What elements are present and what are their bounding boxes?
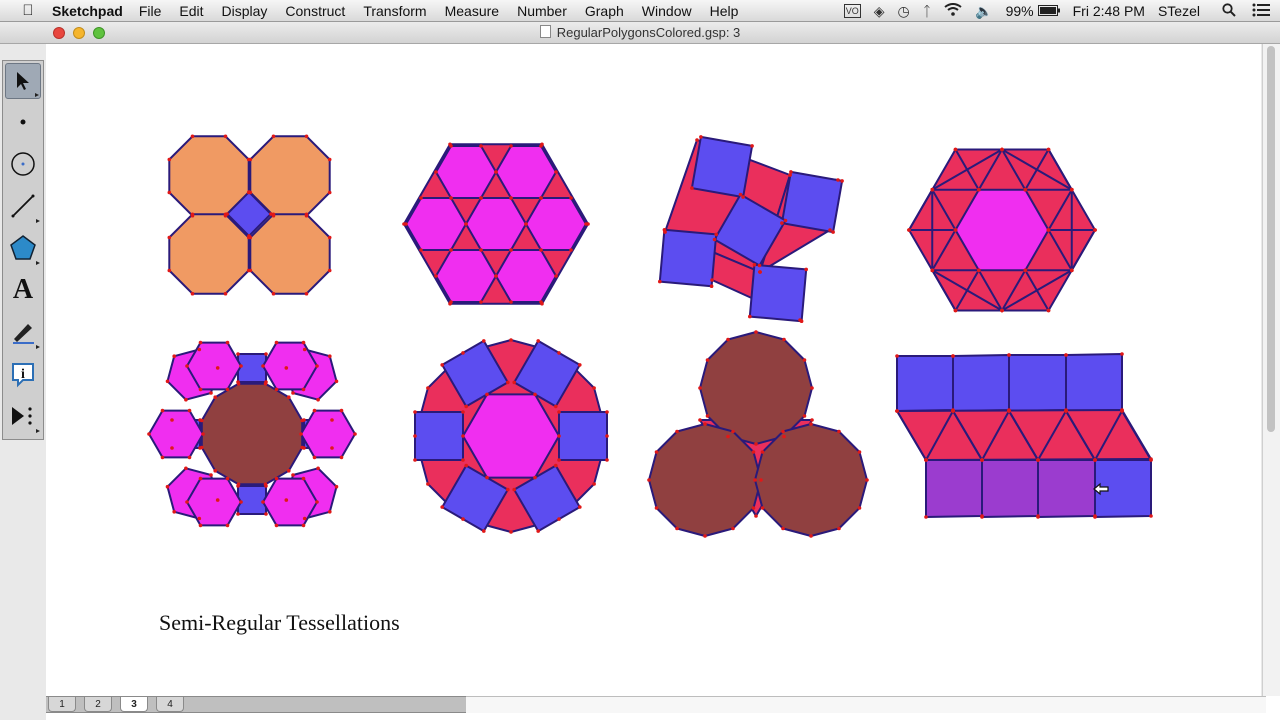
- scrollbar-thumb[interactable]: [1267, 46, 1275, 432]
- octagon-tile[interactable]: [249, 135, 331, 217]
- canvas-caption: Semi-Regular Tessellations: [159, 610, 400, 635]
- tool-submenu-icon: [36, 345, 40, 349]
- square-tile[interactable]: [1008, 354, 1067, 412]
- tool-submenu-icon: [35, 93, 39, 97]
- circle-icon: [11, 152, 35, 176]
- dodecagon-tile[interactable]: [200, 382, 304, 486]
- marker-tool[interactable]: [5, 314, 41, 350]
- straightedge-tool[interactable]: [5, 188, 41, 224]
- tool-submenu-icon: [36, 219, 40, 223]
- square-tile[interactable]: [237, 353, 267, 383]
- pentagon-icon: [10, 235, 36, 260]
- selected-square-tile[interactable]: [981, 459, 1039, 518]
- menu-file[interactable]: File: [139, 3, 162, 19]
- information-icon: i: [12, 363, 34, 388]
- menu-graph[interactable]: Graph: [585, 3, 624, 19]
- apple-menu-icon[interactable]: : [18, 2, 38, 19]
- page-tab-3[interactable]: 3: [120, 697, 148, 712]
- menu-window[interactable]: Window: [642, 3, 692, 19]
- menu-construct[interactable]: Construct: [285, 3, 345, 19]
- vertical-scrollbar[interactable]: [1262, 44, 1280, 718]
- hexagon-tile[interactable]: [148, 409, 204, 459]
- menu-display[interactable]: Display: [222, 3, 268, 19]
- square-tile[interactable]: [780, 170, 844, 234]
- app-menu[interactable]: Sketchpad: [52, 3, 123, 19]
- page-tab-4[interactable]: 4: [156, 697, 184, 712]
- square-tile[interactable]: [690, 135, 754, 199]
- window-title: RegularPolygonsColored.gsp: 3: [0, 25, 1280, 40]
- notification-center-icon[interactable]: [1252, 3, 1270, 20]
- point-tool[interactable]: [5, 104, 41, 140]
- square-tile[interactable]: [558, 411, 608, 461]
- information-tool[interactable]: i: [5, 356, 41, 392]
- polygon-tool[interactable]: [5, 230, 41, 266]
- square-tile[interactable]: [1065, 353, 1123, 412]
- selected-square-tile[interactable]: [925, 459, 983, 518]
- square-tile[interactable]: [952, 354, 1010, 412]
- user-name[interactable]: STezel: [1158, 3, 1200, 19]
- cursor-arrow-icon: [1093, 482, 1109, 496]
- octagon-tile[interactable]: [168, 213, 250, 295]
- time-machine-icon[interactable]: ◷: [898, 3, 910, 20]
- vo-status-icon[interactable]: VO: [843, 4, 861, 18]
- square-tile[interactable]: [896, 355, 954, 412]
- custom-tool[interactable]: [5, 398, 41, 434]
- marker-icon: [13, 324, 34, 344]
- text-tool-icon: A: [12, 274, 34, 305]
- sketchpad-window: RegularPolygonsColored.gsp: 3 A i Semi-R…: [0, 22, 1280, 720]
- menu-transform[interactable]: Transform: [363, 3, 426, 19]
- horizontal-scroll-area[interactable]: [466, 696, 1266, 713]
- octagon-tile[interactable]: [249, 213, 331, 295]
- selected-square-tile[interactable]: [1037, 459, 1096, 518]
- menu-bar:  Sketchpad File Edit Display Construct …: [0, 0, 1280, 22]
- spotlight-search-icon[interactable]: [1222, 2, 1236, 20]
- page-tab-bar: 1 2 3 4: [46, 696, 1280, 720]
- segment-icon: [11, 194, 35, 218]
- menubar-clock[interactable]: Fri 2:48 PM: [1073, 3, 1145, 19]
- text-tool[interactable]: A: [5, 272, 41, 308]
- square-tile[interactable]: [748, 263, 808, 323]
- page-tab-1[interactable]: 1: [48, 697, 76, 712]
- menu-number[interactable]: Number: [517, 3, 567, 19]
- menu-edit[interactable]: Edit: [179, 3, 203, 19]
- toolbox: A i: [2, 60, 44, 440]
- square-tile[interactable]: [414, 411, 464, 461]
- battery-percent: 99%: [1005, 3, 1034, 19]
- tool-submenu-icon: [36, 429, 40, 433]
- sketch-canvas[interactable]: Semi-Regular Tessellations: [46, 44, 1261, 718]
- volume-icon[interactable]: 🔈: [975, 3, 992, 20]
- window-title-text: RegularPolygonsColored.gsp: 3: [556, 25, 741, 40]
- page-tab-2[interactable]: 2: [84, 697, 112, 712]
- square-tile[interactable]: [658, 228, 718, 288]
- wifi-icon[interactable]: [944, 3, 962, 19]
- tool-submenu-icon: [36, 261, 40, 265]
- battery-icon[interactable]: [1037, 3, 1060, 19]
- menu-measure[interactable]: Measure: [445, 3, 499, 19]
- menu-help[interactable]: Help: [710, 3, 739, 19]
- compass-tool[interactable]: [5, 146, 41, 182]
- hexagon-tile[interactable]: [300, 409, 356, 459]
- selection-arrow-tool[interactable]: [5, 63, 41, 99]
- window-title-bar[interactable]: RegularPolygonsColored.gsp: 3: [0, 22, 1280, 44]
- play-tool-icon: [12, 407, 32, 425]
- evernote-icon[interactable]: ◈: [874, 3, 885, 20]
- svg-text:i: i: [21, 367, 25, 382]
- point-icon: [20, 119, 26, 125]
- page-tab-strip: 1 2 3 4: [46, 696, 466, 713]
- bluetooth-icon[interactable]: ᛏ: [923, 3, 931, 19]
- document-icon: [539, 25, 551, 38]
- square-tile[interactable]: [237, 485, 267, 515]
- arrow-icon: [17, 72, 29, 90]
